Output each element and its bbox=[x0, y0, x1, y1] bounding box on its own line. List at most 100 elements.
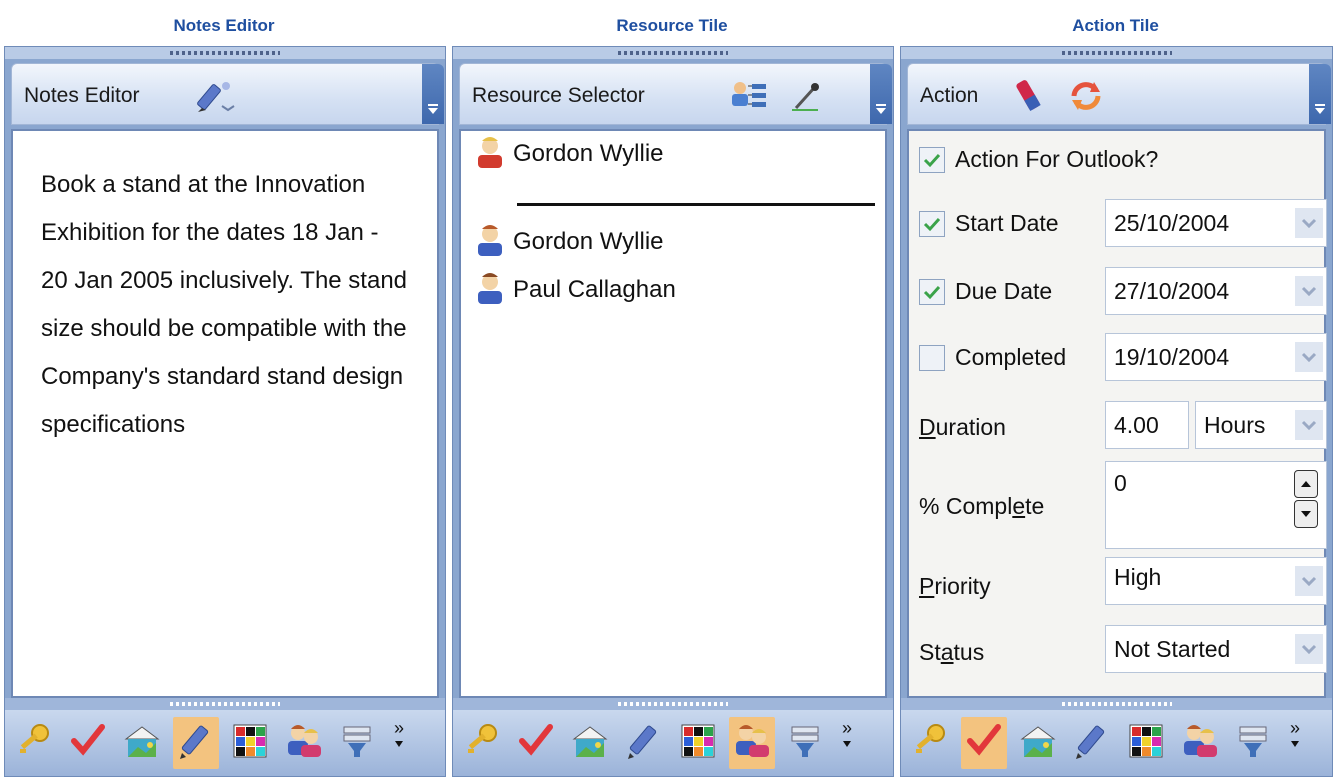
checkmark-icon bbox=[68, 721, 108, 766]
resource-name: Gordon Wyllie bbox=[513, 140, 664, 167]
start-date-picker[interactable]: 25/10/2004 bbox=[1105, 199, 1327, 247]
color-grid-icon bbox=[678, 721, 718, 766]
bottom-grip[interactable] bbox=[453, 698, 893, 710]
panel-header: Action bbox=[907, 63, 1331, 125]
status-select[interactable]: Not Started bbox=[1105, 625, 1327, 673]
checkmark-tool-button[interactable] bbox=[513, 717, 559, 769]
person-icon bbox=[473, 223, 507, 262]
start-date-label: Start Date bbox=[955, 210, 1059, 236]
filter-icon bbox=[786, 721, 826, 766]
filter-tool-button[interactable] bbox=[783, 717, 829, 769]
priority-label: Priority bbox=[919, 573, 991, 599]
pencil-tool-button[interactable] bbox=[1069, 717, 1115, 769]
checkmark-tool-button[interactable] bbox=[961, 717, 1007, 769]
key-icon bbox=[14, 721, 54, 766]
priority-value: High bbox=[1114, 564, 1162, 590]
picture-icon bbox=[570, 721, 610, 766]
due-date-value: 27/10/2004 bbox=[1114, 278, 1230, 304]
person-icon bbox=[473, 135, 507, 174]
people-tool-button[interactable] bbox=[281, 717, 327, 769]
spin-up-button[interactable] bbox=[1294, 470, 1318, 498]
key-tool-button[interactable] bbox=[11, 717, 57, 769]
person-icon bbox=[473, 271, 507, 310]
panel-title: Resource Selector bbox=[472, 84, 645, 107]
chevron-down-icon[interactable] bbox=[1295, 634, 1323, 664]
completed-date-picker[interactable]: 19/10/2004 bbox=[1105, 333, 1327, 381]
due-date-picker[interactable]: 27/10/2004 bbox=[1105, 267, 1327, 315]
pencil-icon bbox=[1072, 721, 1112, 766]
duration-unit-select[interactable]: Hours bbox=[1195, 401, 1327, 449]
toolbar-overflow-button[interactable]: » bbox=[837, 719, 857, 765]
status-label: Status bbox=[919, 639, 985, 665]
start-date-checkbox[interactable] bbox=[919, 211, 945, 237]
chevron-down-icon[interactable] bbox=[1295, 208, 1323, 238]
duration-unit-value: Hours bbox=[1204, 412, 1266, 438]
dropdown-arrow-icon bbox=[394, 735, 404, 749]
resource-name: Paul Callaghan bbox=[513, 276, 676, 303]
key-icon bbox=[910, 721, 950, 766]
action-for-outlook-label: Action For Outlook? bbox=[955, 146, 1159, 172]
chevron-down-icon[interactable] bbox=[1295, 342, 1323, 372]
people-tool-button[interactable] bbox=[1177, 717, 1223, 769]
separator bbox=[517, 203, 875, 206]
notes-text-area[interactable]: Book a stand at the Innovation Exhibitio… bbox=[11, 129, 439, 698]
org-chart-icon[interactable] bbox=[730, 78, 770, 119]
toolbar-overflow-button[interactable]: » bbox=[389, 718, 409, 765]
chevron-down-icon[interactable] bbox=[1295, 276, 1323, 306]
picture-tool-button[interactable] bbox=[1015, 717, 1061, 769]
color-grid-tool-button[interactable] bbox=[1123, 717, 1169, 769]
eyedropper-icon[interactable] bbox=[788, 78, 824, 119]
percent-complete-spinner[interactable]: 0 bbox=[1105, 461, 1327, 549]
duration-input[interactable]: 4.00 bbox=[1105, 401, 1189, 449]
chevron-down-icon[interactable] bbox=[1295, 410, 1323, 440]
drag-grip[interactable] bbox=[453, 47, 893, 59]
panel-title: Action bbox=[920, 84, 979, 107]
tile-toolbar: » bbox=[453, 710, 893, 776]
percent-complete-value: 0 bbox=[1114, 470, 1127, 496]
bottom-grip[interactable] bbox=[901, 698, 1332, 710]
spin-down-button[interactable] bbox=[1294, 500, 1318, 528]
panel-menu-button[interactable] bbox=[1309, 64, 1331, 124]
resource-list-item[interactable]: Paul Callaghan bbox=[473, 271, 676, 310]
bottom-grip[interactable] bbox=[5, 698, 445, 710]
pencil-tool-button[interactable] bbox=[621, 717, 667, 769]
due-date-checkbox[interactable] bbox=[919, 279, 945, 305]
completed-label: Completed bbox=[955, 344, 1067, 370]
selected-resource[interactable]: Gordon Wyllie bbox=[473, 135, 664, 174]
filter-tool-button[interactable] bbox=[1231, 717, 1277, 769]
color-grid-icon bbox=[1126, 721, 1166, 766]
key-tool-button[interactable] bbox=[907, 717, 953, 769]
action-tile-caption: Action Tile bbox=[1072, 16, 1159, 35]
status-value: Not Started bbox=[1114, 636, 1231, 662]
checkmark-tool-button[interactable] bbox=[65, 717, 111, 769]
checkmark-icon bbox=[516, 721, 556, 766]
drag-grip[interactable] bbox=[5, 47, 445, 59]
toolbar-overflow-button[interactable]: » bbox=[1285, 719, 1305, 765]
action-tile-panel: Action Action For Outlook? Start Date 25… bbox=[900, 46, 1333, 777]
refresh-icon[interactable] bbox=[1068, 78, 1104, 119]
due-date-label: Due Date bbox=[955, 278, 1053, 304]
color-grid-tool-button[interactable] bbox=[227, 717, 273, 769]
picture-icon bbox=[1018, 721, 1058, 766]
people-tool-button[interactable] bbox=[729, 717, 775, 769]
completed-checkbox[interactable] bbox=[919, 345, 945, 371]
resource-list-item[interactable]: Gordon Wyllie bbox=[473, 223, 664, 262]
panel-menu-button[interactable] bbox=[870, 64, 892, 124]
key-tool-button[interactable] bbox=[459, 717, 505, 769]
pencil-icon[interactable] bbox=[196, 78, 236, 119]
eraser-icon[interactable] bbox=[1012, 78, 1048, 119]
overflow-chevron-icon: » bbox=[393, 718, 404, 738]
pencil-tool-button[interactable] bbox=[173, 717, 219, 769]
picture-tool-button[interactable] bbox=[119, 717, 165, 769]
color-grid-tool-button[interactable] bbox=[675, 717, 721, 769]
drag-grip[interactable] bbox=[901, 47, 1332, 59]
picture-tool-button[interactable] bbox=[567, 717, 613, 769]
filter-tool-button[interactable] bbox=[335, 717, 381, 769]
priority-select[interactable]: High bbox=[1105, 557, 1327, 605]
notes-text[interactable]: Book a stand at the Innovation Exhibitio… bbox=[41, 161, 411, 449]
chevron-down-icon[interactable] bbox=[1295, 566, 1323, 596]
resource-tile-panel: Resource Selector Gordon Wyllie Gordon W… bbox=[452, 46, 894, 777]
panel-menu-button[interactable] bbox=[422, 64, 444, 124]
action-for-outlook-checkbox[interactable] bbox=[919, 147, 945, 173]
notes-editor-caption: Notes Editor bbox=[173, 16, 275, 35]
